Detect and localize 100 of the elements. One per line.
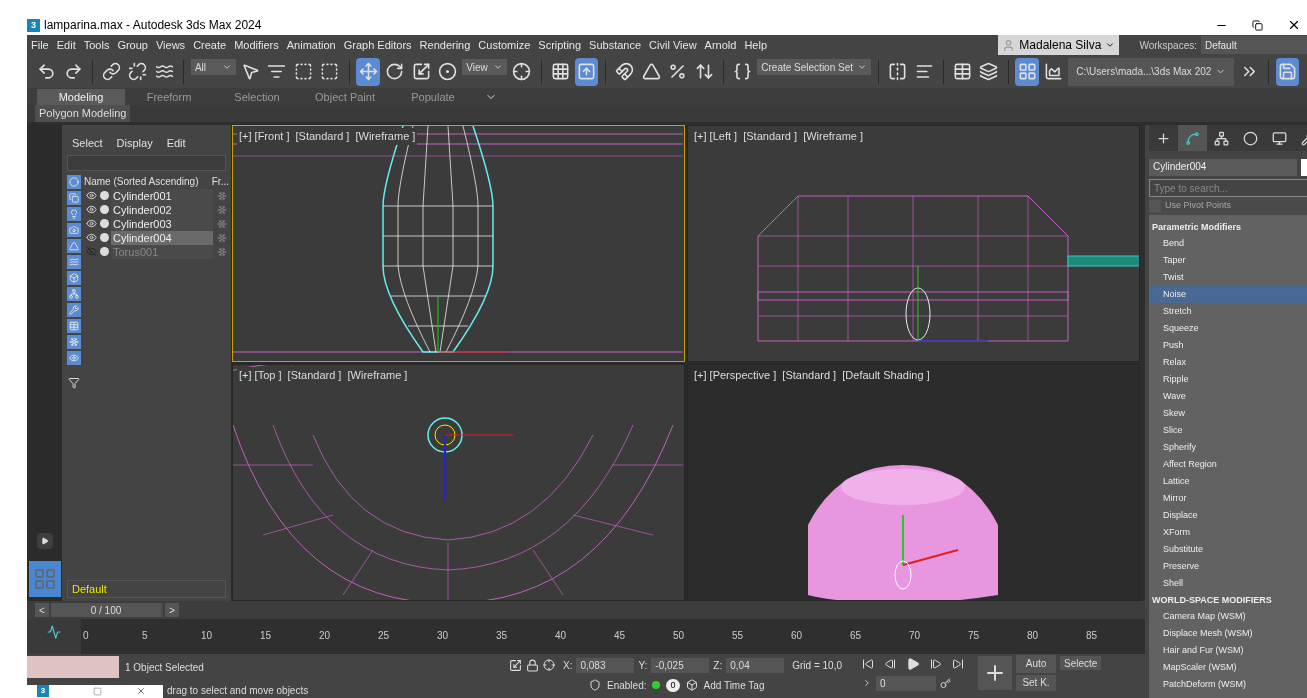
expand-button[interactable] xyxy=(36,533,53,550)
column-header[interactable]: Fr... xyxy=(211,174,231,189)
modifier-item[interactable]: Skew xyxy=(1149,405,1307,422)
curve-icon[interactable] xyxy=(47,625,61,640)
menu-item[interactable]: Tools xyxy=(79,36,114,54)
auto-key-button[interactable]: Auto xyxy=(1016,655,1056,673)
filter-toggle-icon[interactable] xyxy=(67,206,81,221)
toolbar-button[interactable] xyxy=(1275,57,1300,86)
modifier-item[interactable]: Displace Mesh (WSM) xyxy=(1149,625,1307,642)
modifier-item[interactable]: Shell xyxy=(1149,575,1307,592)
explorer-row[interactable]: Cylinder002 xyxy=(82,202,231,217)
filter-toggle-icon[interactable] xyxy=(67,270,81,285)
time-tag-count[interactable]: 0 xyxy=(666,678,680,693)
modifier-item[interactable]: Affect Region xyxy=(1149,456,1307,473)
modifier-item[interactable]: Noise xyxy=(1149,286,1307,303)
modifier-item[interactable]: Preserve xyxy=(1149,558,1307,575)
eye-icon[interactable] xyxy=(85,204,97,215)
explorer-row[interactable]: Cylinder003 xyxy=(82,216,231,231)
modifier-item[interactable]: PatchDeform (WSM) xyxy=(1149,676,1307,693)
freeze-icon[interactable] xyxy=(217,232,227,243)
add-time-tag-button[interactable]: Add Time Tag xyxy=(703,678,765,693)
toolbar-dropdown[interactable]: Create Selection Set xyxy=(757,59,871,75)
selected-dropdown[interactable]: Selecte xyxy=(1060,656,1102,670)
filter-toggle-icon[interactable] xyxy=(67,302,81,317)
freeze-icon[interactable] xyxy=(217,218,227,229)
user-button[interactable]: Madalena Silva xyxy=(998,35,1120,55)
freeze-icon[interactable] xyxy=(217,246,227,257)
modifier-item[interactable]: Lattice xyxy=(1149,473,1307,490)
frame-field[interactable]: 0 xyxy=(876,676,936,691)
next-frame-button[interactable]: > xyxy=(165,603,179,618)
modifier-item[interactable]: Hair and Fur (WSM) xyxy=(1149,642,1307,659)
explorer-menu-item[interactable]: Select xyxy=(72,135,103,152)
explorer-menu-item[interactable]: Edit xyxy=(166,135,186,152)
eye-icon[interactable] xyxy=(85,218,97,229)
menu-item[interactable]: Edit xyxy=(52,36,80,54)
viewport[interactable]: [+] [Perspective ] [Standard ] [Default Shading ] xyxy=(687,364,1140,602)
viewport[interactable]: [+] [Front ] [Standard ] [Wireframe ] xyxy=(232,125,685,363)
modifier-item[interactable]: Taper xyxy=(1149,252,1307,269)
modifier-item[interactable]: Mirror xyxy=(1149,490,1307,507)
modifier-item[interactable]: Wave xyxy=(1149,388,1307,405)
set-key-mode-button[interactable]: Set K. xyxy=(1016,675,1056,691)
modifier-item[interactable]: XForm xyxy=(1149,524,1307,541)
workspaces-dropdown[interactable]: Default xyxy=(1201,36,1307,54)
toolbar-button[interactable] xyxy=(1015,57,1039,86)
menu-item[interactable]: Group xyxy=(113,36,152,54)
play-icon[interactable] xyxy=(906,657,920,671)
object-name[interactable]: Cylinder001 xyxy=(111,188,213,203)
close-icon[interactable] xyxy=(1287,18,1301,32)
menu-item[interactable]: Arnold xyxy=(700,36,741,54)
object-name-field[interactable]: Cylinder004 xyxy=(1149,159,1297,176)
toolbar-dropdown[interactable]: View xyxy=(462,59,508,75)
modifier-item[interactable]: Squeeze xyxy=(1149,320,1307,337)
filter-toggle-icon[interactable] xyxy=(67,222,81,237)
menu-item[interactable]: Animation xyxy=(282,36,340,54)
previous-frame-button[interactable]: < xyxy=(35,603,49,618)
go-to-end-icon[interactable] xyxy=(952,658,964,670)
project-path-dropdown[interactable]: C:\Users\mada...\3ds Max 202 xyxy=(1068,57,1235,86)
menu-item[interactable]: Create xyxy=(189,36,231,54)
ribbon-tab[interactable]: Modeling xyxy=(37,89,125,105)
menu-item[interactable]: Substance xyxy=(585,36,646,54)
modifier-item[interactable]: Slice xyxy=(1149,422,1307,439)
previous-key-icon[interactable] xyxy=(884,658,896,670)
viewport[interactable]: [+] [Left ] [Standard ] [Wireframe ] xyxy=(687,125,1140,363)
modifier-item[interactable]: Substitute xyxy=(1149,541,1307,558)
freeze-icon[interactable] xyxy=(217,204,227,215)
ribbon-tab[interactable]: Populate xyxy=(389,89,477,105)
explorer-row[interactable]: Cylinder001 xyxy=(82,188,231,203)
filter-icon[interactable] xyxy=(68,376,80,389)
freeze-icon[interactable] xyxy=(217,190,227,201)
restore-icon[interactable] xyxy=(1252,19,1263,31)
menu-item[interactable]: Customize xyxy=(474,36,535,54)
track-bar[interactable]: 0 5 10 15 20 25 30 35 40 45 50 55 60 65 70 75 80 85 xyxy=(81,619,1145,654)
explorer-menu-item[interactable]: Display xyxy=(116,135,153,152)
cube-icon[interactable] xyxy=(685,679,698,692)
modifier-item[interactable]: MapScaler (WSM) xyxy=(1149,659,1307,676)
ribbon-tab[interactable]: Selection xyxy=(213,89,301,105)
explorer-search-field[interactable] xyxy=(67,154,226,171)
filter-toggle-icon[interactable] xyxy=(67,174,81,189)
y-field[interactable]: -0,025 xyxy=(651,658,710,673)
menu-item[interactable]: Help xyxy=(740,36,771,54)
time-slider-thumb[interactable]: 0 / 100 xyxy=(51,603,161,618)
modifier-item[interactable]: Twist xyxy=(1149,269,1307,286)
ribbon-panel-tab[interactable]: Polygon Modeling xyxy=(35,105,131,122)
filter-toggle-icon[interactable] xyxy=(67,350,81,365)
lock-icon[interactable] xyxy=(526,659,539,672)
explorer-row[interactable]: Cylinder004 xyxy=(82,230,231,245)
filter-toggle-icon[interactable] xyxy=(67,238,81,253)
filter-toggle-icon[interactable] xyxy=(67,334,81,349)
z-field[interactable]: 0,04 xyxy=(726,658,785,673)
modifier-item[interactable]: Relax xyxy=(1149,354,1307,371)
modifier-search-field[interactable]: Type to search... xyxy=(1149,179,1307,197)
filter-toggle-icon[interactable] xyxy=(67,190,81,205)
filter-toggle-icon[interactable] xyxy=(67,318,81,333)
ribbon-tab[interactable]: Freeform xyxy=(125,89,213,105)
menu-item[interactable]: Views xyxy=(151,36,190,54)
modifier-item[interactable]: Push xyxy=(1149,337,1307,354)
modifier-item[interactable]: Camera Map (WSM) xyxy=(1149,608,1307,625)
menu-item[interactable]: Scripting xyxy=(534,36,586,54)
column-header[interactable]: Name (Sorted Ascending) xyxy=(82,174,199,189)
eye-icon[interactable] xyxy=(85,190,97,201)
